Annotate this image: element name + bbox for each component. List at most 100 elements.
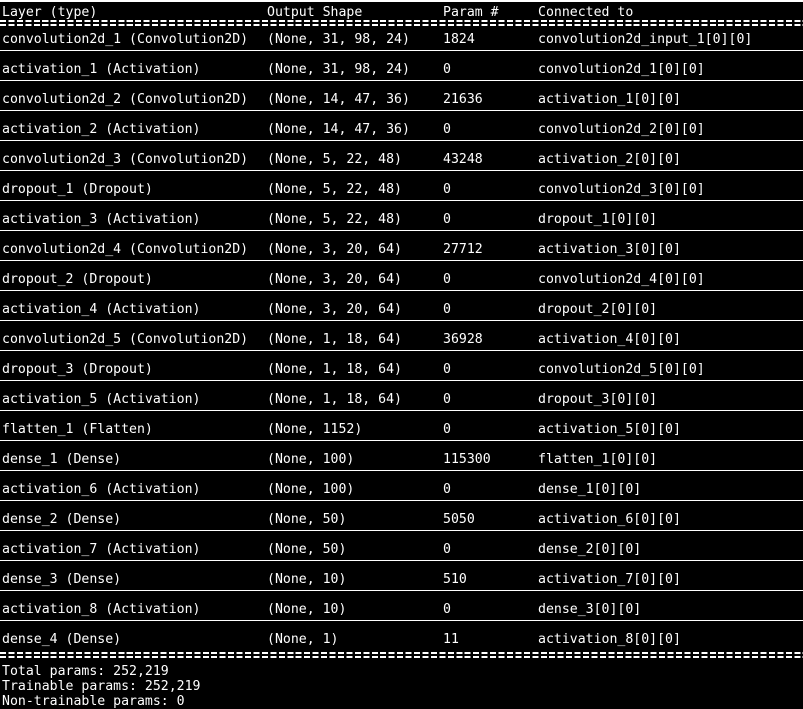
table-row-output-shape: (None, 100) [267, 482, 355, 497]
table-row-param-count: 0 [443, 182, 451, 197]
table-row-param-count: 510 [443, 572, 467, 587]
table-row-output-shape: (None, 1, 18, 64) [267, 332, 402, 347]
column-header-output-shape: Output Shape [267, 5, 363, 20]
table-row-separator [0, 110, 803, 111]
table-row-output-shape: (None, 3, 20, 64) [267, 272, 402, 287]
column-header-layer: Layer (type) [2, 5, 98, 20]
table-row-param-count: 5050 [443, 512, 475, 527]
table-row-connected-to: activation_7[0][0] [538, 572, 681, 587]
table-row-output-shape: (None, 1, 18, 64) [267, 362, 402, 377]
table-row-output-shape: (None, 3, 20, 64) [267, 242, 402, 257]
table-row-connected-to: flatten_1[0][0] [538, 452, 658, 467]
table-row-separator [0, 500, 803, 501]
table-row-param-count: 0 [443, 422, 451, 437]
table-row-layer-name: dense_3 (Dense) [2, 572, 122, 587]
table-row-separator [0, 260, 803, 261]
table-row-separator [0, 290, 803, 291]
table-row-param-count: 0 [443, 122, 451, 137]
table-row-param-count: 0 [443, 542, 451, 557]
table-row-output-shape: (None, 5, 22, 48) [267, 152, 402, 167]
table-row-separator [0, 440, 803, 441]
table-row-connected-to: dense_2[0][0] [538, 542, 642, 557]
table-row-param-count: 115300 [443, 452, 491, 467]
table-row-output-shape: (None, 3, 20, 64) [267, 302, 402, 317]
table-row-layer-name: activation_5 (Activation) [2, 392, 201, 407]
column-header-connected-to: Connected to [538, 5, 634, 20]
table-row-connected-to: activation_6[0][0] [538, 512, 681, 527]
table-row-param-count: 0 [443, 272, 451, 287]
table-row-output-shape: (None, 31, 98, 24) [267, 32, 410, 47]
table-row-connected-to: dense_1[0][0] [538, 482, 642, 497]
table-row-output-shape: (None, 10) [267, 602, 347, 617]
table-row-separator [0, 50, 803, 51]
table-row-separator [0, 530, 803, 531]
table-row-separator [0, 140, 803, 141]
table-row-connected-to: dropout_3[0][0] [538, 392, 658, 407]
table-row-param-count: 21636 [443, 92, 483, 107]
table-row-param-count: 0 [443, 362, 451, 377]
table-row-separator [0, 320, 803, 321]
table-row-layer-name: dropout_3 (Dropout) [2, 362, 153, 377]
table-row-separator [0, 410, 803, 411]
table-row-separator [0, 230, 803, 231]
table-row-connected-to: dense_3[0][0] [538, 602, 642, 617]
table-row-connected-to: convolution2d_4[0][0] [538, 272, 705, 287]
table-row-separator [0, 170, 803, 171]
table-row-separator [0, 620, 803, 621]
table-row-layer-name: activation_3 (Activation) [2, 212, 201, 227]
table-row-output-shape: (None, 50) [267, 512, 347, 527]
terminal-output: Layer (type) Output Shape Param # Connec… [0, 0, 803, 709]
table-row-layer-name: activation_4 (Activation) [2, 302, 201, 317]
table-row-connected-to: activation_5[0][0] [538, 422, 681, 437]
table-row-output-shape: (None, 14, 47, 36) [267, 122, 410, 137]
table-row-connected-to: convolution2d_3[0][0] [538, 182, 705, 197]
table-row-connected-to: activation_3[0][0] [538, 242, 681, 257]
table-row-param-count: 1824 [443, 32, 475, 47]
table-row-connected-to: activation_8[0][0] [538, 632, 681, 647]
column-header-param: Param # [443, 5, 499, 20]
table-row-param-count: 0 [443, 482, 451, 497]
table-row-output-shape: (None, 1152) [267, 422, 363, 437]
table-row-layer-name: dense_4 (Dense) [2, 632, 122, 647]
table-row-connected-to: convolution2d_5[0][0] [538, 362, 705, 377]
table-row-connected-to: convolution2d_input_1[0][0] [538, 32, 753, 47]
table-row-layer-name: convolution2d_4 (Convolution2D) [2, 242, 249, 257]
table-row-layer-name: convolution2d_2 (Convolution2D) [2, 92, 249, 107]
table-row-output-shape: (None, 1, 18, 64) [267, 392, 402, 407]
header-equals-separator [0, 20, 803, 28]
table-row-output-shape: (None, 100) [267, 452, 355, 467]
table-row-output-shape: (None, 1) [267, 632, 339, 647]
table-row-separator [0, 80, 803, 81]
table-row-layer-name: activation_8 (Activation) [2, 602, 201, 617]
table-row-separator [0, 350, 803, 351]
table-row-layer-name: dropout_1 (Dropout) [2, 182, 153, 197]
table-row-output-shape: (None, 50) [267, 542, 347, 557]
table-row-layer-name: activation_7 (Activation) [2, 542, 201, 557]
table-row-layer-name: dense_1 (Dense) [2, 452, 122, 467]
table-row-layer-name: activation_1 (Activation) [2, 62, 201, 77]
table-row-layer-name: convolution2d_1 (Convolution2D) [2, 32, 249, 47]
table-row-layer-name: flatten_1 (Flatten) [2, 422, 153, 437]
footer-equals-separator [0, 652, 803, 660]
table-row-param-count: 0 [443, 602, 451, 617]
table-row-layer-name: dropout_2 (Dropout) [2, 272, 153, 287]
table-row-output-shape: (None, 14, 47, 36) [267, 92, 410, 107]
table-row-connected-to: activation_4[0][0] [538, 332, 681, 347]
non-trainable-params-line: Non-trainable params: 0 [2, 694, 185, 709]
table-top-rule [0, 0, 803, 2]
table-row-layer-name: activation_2 (Activation) [2, 122, 201, 137]
table-row-connected-to: convolution2d_2[0][0] [538, 122, 705, 137]
table-row-output-shape: (None, 5, 22, 48) [267, 182, 402, 197]
table-row-connected-to: dropout_1[0][0] [538, 212, 658, 227]
table-row-layer-name: convolution2d_3 (Convolution2D) [2, 152, 249, 167]
table-row-connected-to: convolution2d_1[0][0] [538, 62, 705, 77]
table-row-param-count: 0 [443, 302, 451, 317]
table-row-param-count: 11 [443, 632, 459, 647]
table-row-param-count: 0 [443, 392, 451, 407]
table-row-param-count: 36928 [443, 332, 483, 347]
table-row-output-shape: (None, 10) [267, 572, 347, 587]
table-row-layer-name: convolution2d_5 (Convolution2D) [2, 332, 249, 347]
table-row-connected-to: activation_2[0][0] [538, 152, 681, 167]
table-row-output-shape: (None, 5, 22, 48) [267, 212, 402, 227]
trainable-params-line: Trainable params: 252,219 [2, 679, 201, 694]
